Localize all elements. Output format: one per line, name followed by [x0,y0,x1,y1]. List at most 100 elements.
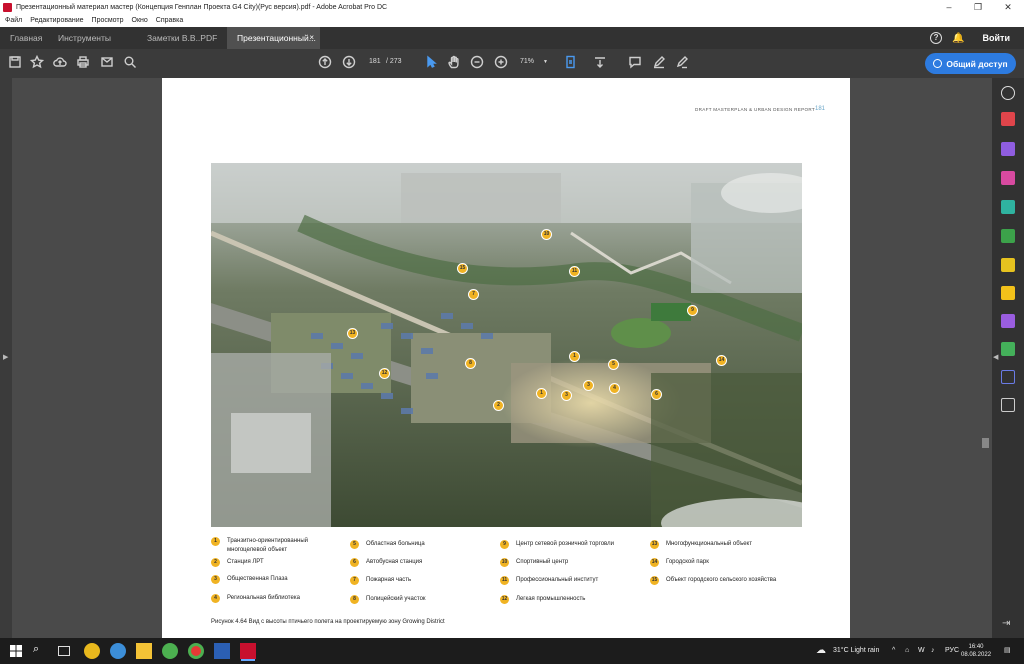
word-tray-icon[interactable]: W [918,638,925,664]
more-tools-icon[interactable] [1001,398,1015,412]
legend-item: 10 Спортивный центр [500,558,569,567]
notifications-icon[interactable]: ▤ [1004,638,1011,664]
scroll-mode-icon[interactable] [592,55,608,71]
comment-icon[interactable] [627,55,643,71]
page-total: / 273 [386,58,402,65]
volume-icon[interactable]: ♪ [931,638,935,664]
chevron-right-icon: ▶ [3,354,9,361]
pdf-page: DRAFT MASTERPLAN & URBAN DESIGN REPORT 1… [162,78,850,638]
close-window-button[interactable]: ✕ [994,0,1022,14]
legend-item: 15 Объект городского сельского хозяйства [650,576,777,585]
word-icon[interactable] [214,643,230,659]
zoom-in-icon[interactable] [493,55,509,71]
sign-icon[interactable] [674,55,690,71]
shield-icon[interactable] [1001,370,1015,384]
next-page-icon[interactable] [341,55,357,71]
legend-item: 7 Пожарная часть [350,576,490,585]
collapse-panel-icon[interactable]: ⇥ [1002,618,1010,629]
page-number-input[interactable]: 181 [369,58,381,65]
select-cursor-icon[interactable] [423,55,439,71]
time: 16:40 [968,644,984,650]
page-header-number: 181 [815,106,826,112]
map-pin: 14 [716,355,727,366]
tab-close-icon[interactable]: × [309,27,314,49]
vertical-scrollbar[interactable] [980,78,992,638]
map-pin: 3 [561,390,572,401]
minimize-button[interactable]: – [935,0,963,14]
tab-document-presentation[interactable]: Презентационный... × [227,27,320,49]
print-production-icon[interactable] [1001,342,1015,356]
map-pin: 9 [687,305,698,316]
page-fit-icon[interactable] [563,55,579,71]
bell-icon[interactable]: 🔔 [952,33,964,44]
help-icon[interactable]: ? [930,32,943,44]
windows-start-icon[interactable] [8,643,24,659]
share-button[interactable]: Общий доступ [925,53,1016,74]
comment-tool-icon[interactable] [1001,286,1015,300]
app-icon[interactable] [84,643,100,659]
zoom-tool-icon[interactable] [1001,86,1015,100]
search-icon[interactable]: ⌕ [33,643,49,659]
previous-page-icon[interactable] [317,55,333,71]
map-pin: 1 [569,351,580,362]
organize-pages-icon[interactable] [1001,171,1015,185]
weather-icon: ☁ [816,645,826,656]
zoom-out-icon[interactable] [469,55,485,71]
save-icon[interactable] [7,55,23,71]
window-title: Презентационный материал мастер (Концепц… [16,3,388,11]
map-pin: 6 [651,389,662,400]
chevron-left-icon[interactable]: ◀ [993,353,998,361]
menu-help[interactable]: Справка [156,17,183,24]
fill-sign-icon[interactable] [1001,314,1015,328]
hand-tool-icon[interactable] [446,55,462,71]
app-icon[interactable] [110,643,126,659]
menu-file[interactable]: Файл [5,17,22,24]
menu-window[interactable]: Окно [132,17,148,24]
menu-view[interactable]: Просмотр [92,17,124,24]
combine-files-icon[interactable] [1001,142,1015,156]
tab-tools[interactable]: Инструменты [58,27,111,49]
aerial-render [211,163,802,527]
login-button[interactable]: Войти [983,33,1010,43]
document-canvas: DRAFT MASTERPLAN & URBAN DESIGN REPORT 1… [12,78,992,638]
print-icon[interactable] [75,55,91,71]
map-pin: 13 [347,328,358,339]
search-icon[interactable] [122,55,138,71]
weather-text[interactable]: 31°C Light rain [833,638,879,664]
app-icon[interactable] [162,643,178,659]
scrollbar-thumb[interactable] [982,438,989,448]
task-view-icon[interactable] [58,646,70,656]
file-explorer-icon[interactable] [136,643,152,659]
date: 08.08.2022 [961,652,992,658]
pen-icon[interactable] [651,55,667,71]
protect-file-icon[interactable] [1001,258,1015,272]
menu-bar: Файл Редактирование Просмотр Окно Справк… [0,14,1024,27]
zoom-level-dropdown[interactable]: 71% ▼ [520,58,548,65]
network-icon[interactable]: ⌂ [905,638,909,664]
chevron-up-icon[interactable]: ^ [892,638,895,664]
chrome-icon[interactable] [188,643,204,659]
share-label: Общий доступ [946,58,1008,69]
mail-icon[interactable] [99,55,115,71]
cloud-upload-icon[interactable] [52,55,68,71]
language-indicator[interactable]: РУС [945,638,959,664]
map-pin: 5 [608,359,619,370]
user-add-icon [933,59,943,68]
title-bar: Презентационный материал мастер (Концепц… [0,0,1024,14]
tab-home[interactable]: Главная [10,27,42,49]
left-panel-toggle[interactable]: ▶ [0,78,12,638]
edit-pdf-icon[interactable] [1001,229,1015,243]
menu-edit[interactable]: Редактирование [30,17,83,24]
map-pin: 7 [468,289,479,300]
restore-button[interactable]: ❐ [964,0,992,14]
legend-item: 9 Центр сетевой розничной торговли [500,540,650,549]
acrobat-icon[interactable] [240,643,256,659]
toolbar: 181 / 273 71% ▼ Общий доступ [0,49,1024,78]
export-pdf-icon[interactable] [1001,200,1015,214]
map-pin: 3 [583,380,594,391]
star-icon[interactable] [29,54,45,71]
tab-document-notes[interactable]: Заметки В.В..PDF [147,27,217,49]
create-pdf-icon[interactable] [1001,112,1015,126]
legend-item: 12 Легкая промышленность [500,595,586,604]
clock[interactable]: 16:40 08.08.2022 [961,643,991,659]
